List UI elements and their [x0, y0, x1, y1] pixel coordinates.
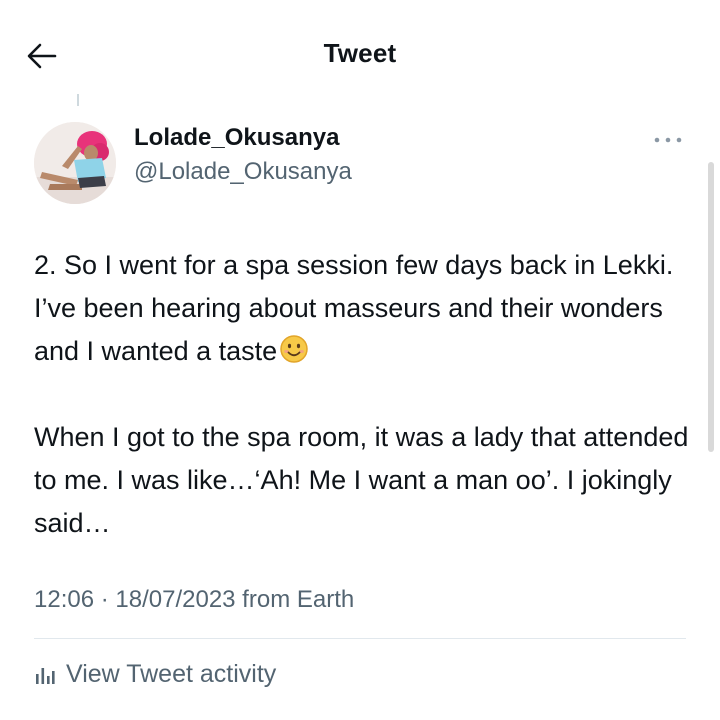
tweet-page: Tweet Lolade_Okusanya @Lolade_Okusanya 2… — [0, 0, 720, 720]
profile-photo-icon — [34, 122, 116, 204]
divider — [34, 638, 686, 639]
scrollbar[interactable] — [708, 162, 714, 452]
thread-line — [77, 94, 79, 106]
tweet-date[interactable]: 18/07/2023 — [115, 586, 235, 613]
view-tweet-activity-link[interactable]: View Tweet activity — [34, 660, 276, 689]
meta-separator: · — [94, 586, 116, 613]
more-options-button[interactable] — [650, 130, 686, 150]
author-display-name[interactable]: Lolade_Okusanya — [134, 124, 339, 152]
bar-chart-icon — [36, 667, 55, 684]
more-horizontal-icon — [654, 137, 682, 143]
header: Tweet — [0, 0, 720, 110]
view-tweet-activity-label: View Tweet activity — [66, 660, 277, 688]
tweet-paragraph-1: 2. So I went for a spa session few days … — [34, 244, 694, 373]
tweet-paragraph-2: When I got to the spa room, it was a lad… — [34, 422, 689, 538]
smiling-face-emoji-icon — [280, 335, 308, 363]
tweet-meta: 12:06 · 18/07/2023 from Earth — [34, 586, 354, 614]
avatar[interactable] — [34, 122, 116, 204]
tweet-text: 2. So I went for a spa session few days … — [34, 244, 694, 545]
tweet-time[interactable]: 12:06 — [34, 586, 94, 613]
tweet-source: from Earth — [235, 586, 355, 613]
author-handle[interactable]: @Lolade_Okusanya — [134, 158, 352, 186]
tweet-paragraph-1-text: 2. So I went for a spa session few days … — [34, 250, 674, 366]
page-title: Tweet — [323, 38, 397, 68]
